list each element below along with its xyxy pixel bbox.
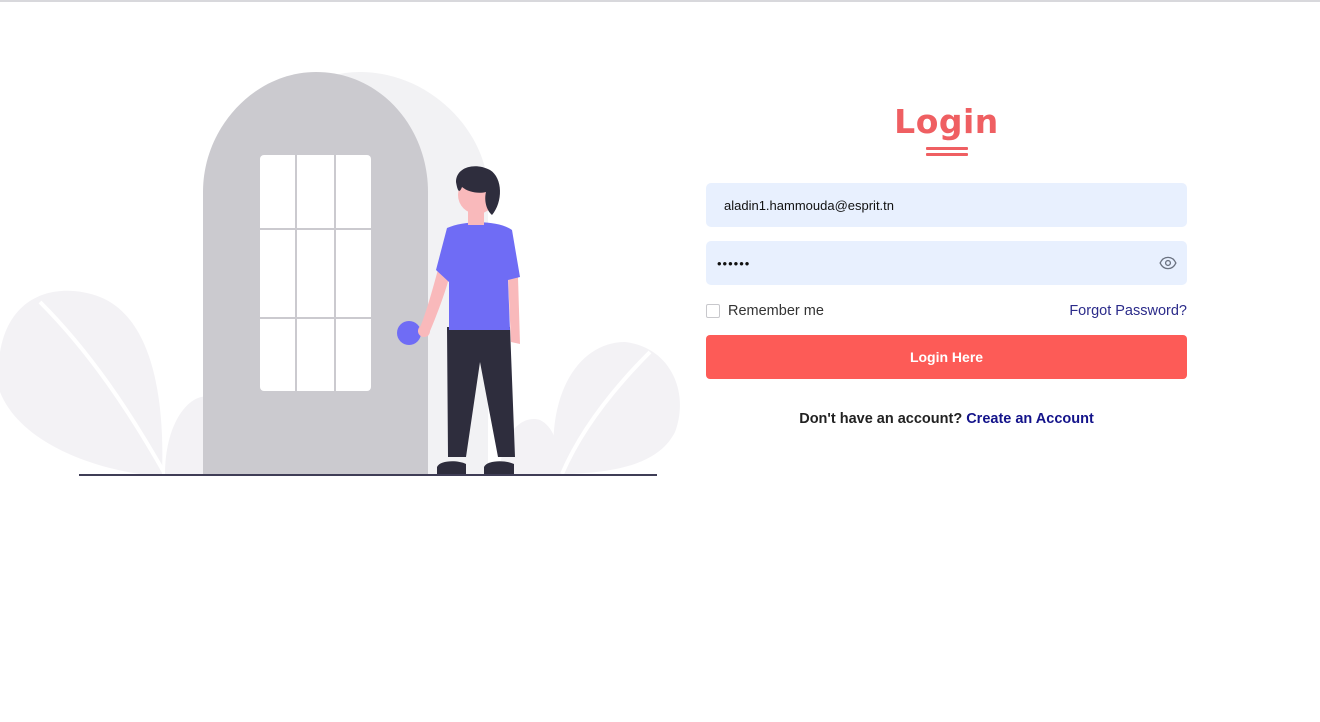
remember-me-label: Remember me	[728, 303, 824, 319]
login-form: Login Remember me Forgot Password? Login…	[706, 102, 1187, 427]
login-illustration	[0, 62, 690, 482]
login-button[interactable]: Login Here	[706, 335, 1187, 379]
options-row: Remember me Forgot Password?	[706, 300, 1187, 322]
signup-prompt: Don't have an account? Create an Account	[706, 411, 1187, 427]
password-field-wrapper	[706, 241, 1187, 285]
person-at-door-illustration	[0, 72, 680, 476]
remember-me-option[interactable]: Remember me	[706, 303, 824, 319]
eye-icon[interactable]	[1159, 254, 1177, 272]
password-field[interactable]	[706, 241, 1187, 285]
login-title: Login	[894, 102, 999, 141]
forgot-password-link[interactable]: Forgot Password?	[1069, 303, 1187, 319]
create-account-link[interactable]: Create an Account	[966, 411, 1094, 427]
no-account-text: Don't have an account?	[799, 411, 963, 427]
remember-me-checkbox[interactable]	[706, 304, 720, 318]
title-underline-decoration	[925, 147, 968, 156]
email-field-wrapper	[706, 183, 1187, 227]
email-field[interactable]	[706, 183, 1187, 227]
